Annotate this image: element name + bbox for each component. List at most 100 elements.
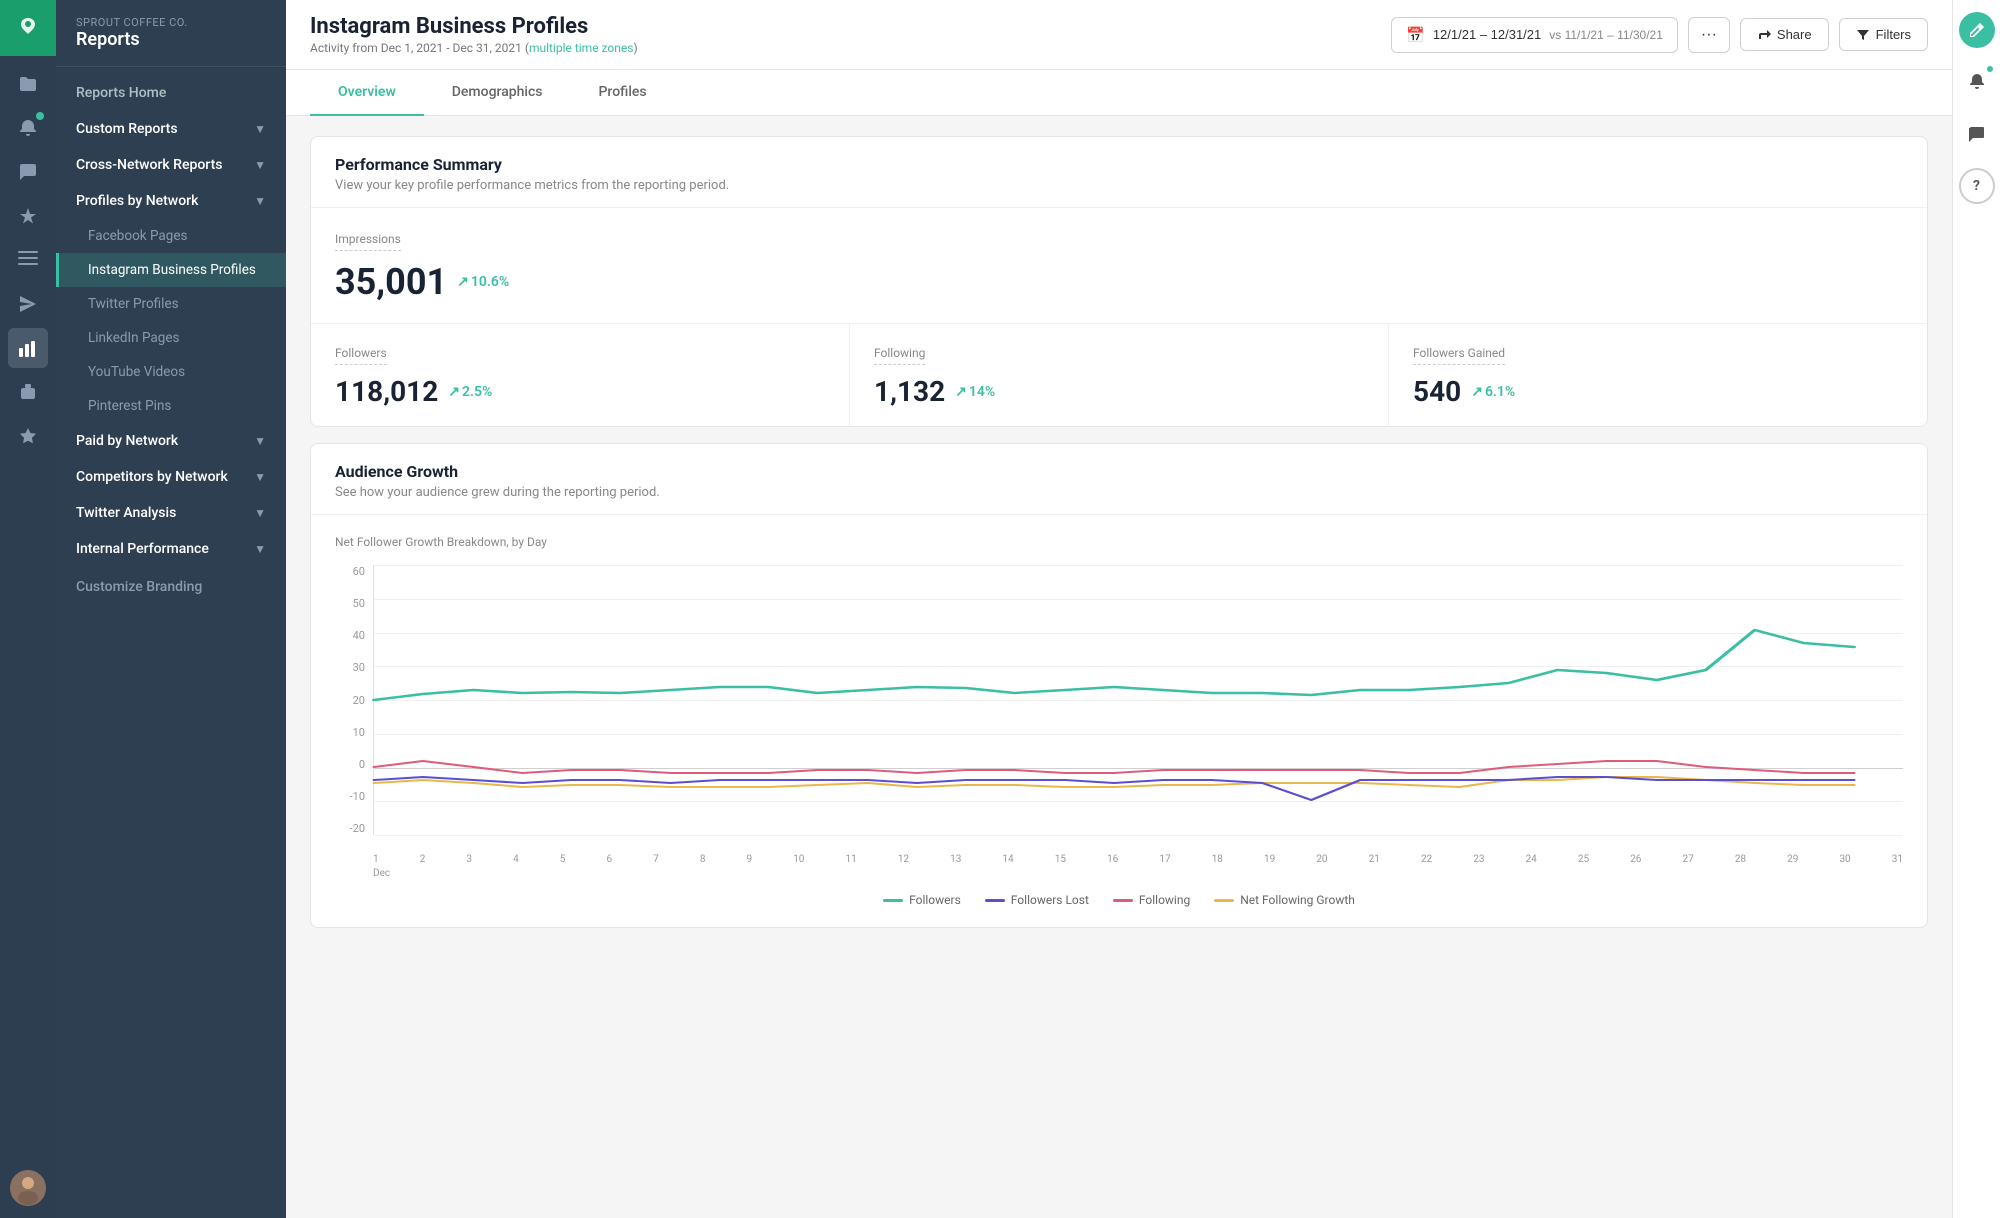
legend-followers-lost: Followers Lost — [985, 893, 1089, 907]
chevron-down-icon: ▼ — [254, 122, 266, 136]
sidebar-item-facebook[interactable]: Facebook Pages — [56, 219, 286, 253]
nav-cross-network[interactable]: Cross-Network Reports ▼ — [56, 147, 286, 183]
notifications-button[interactable] — [1959, 64, 1995, 100]
sidebar-nav: Reports Home Custom Reports ▼ Cross-Netw… — [56, 67, 286, 1218]
topbar-right: 📅 12/1/21 – 12/31/21 vs 11/1/21 – 11/30/… — [1391, 17, 1928, 53]
chart-legend: Followers Followers Lost Following Net F… — [335, 893, 1903, 907]
date-range-text: 12/1/21 – 12/31/21 — [1433, 27, 1541, 42]
following-change: 14% — [955, 384, 995, 400]
arrow-up-icon — [457, 274, 469, 290]
share-button[interactable]: Share — [1740, 18, 1829, 51]
compare-text: vs 11/1/21 – 11/30/21 — [1549, 28, 1663, 42]
followers-label: Followers — [335, 346, 387, 365]
sidebar-item-instagram[interactable]: Instagram Business Profiles — [56, 253, 286, 287]
nav-competitors-by-network[interactable]: Competitors by Network ▼ — [56, 459, 286, 495]
performance-summary-title: Performance Summary — [335, 155, 1903, 174]
help-button[interactable]: ? — [1959, 168, 1995, 204]
legend-net-growth: Net Following Growth — [1214, 893, 1355, 907]
compose-button[interactable] — [1959, 12, 1995, 48]
followers-gained-metric: Followers Gained 540 6.1% — [1389, 324, 1927, 426]
legend-followers-lost-label: Followers Lost — [1011, 893, 1089, 907]
chart-title: Net Follower Growth Breakdown, by Day — [335, 535, 1903, 549]
followers-change: 2.5% — [448, 384, 492, 400]
legend-net-growth-color — [1214, 899, 1234, 902]
help-icon: ? — [1973, 178, 1980, 194]
rail-icon-bot[interactable] — [8, 372, 48, 412]
following-value: 1,132 14% — [874, 375, 1364, 408]
rail-icon-list[interactable] — [8, 240, 48, 280]
followers-value: 118,012 2.5% — [335, 375, 825, 408]
filters-button[interactable]: Filters — [1839, 18, 1928, 51]
chevron-down-icon: ▼ — [254, 506, 266, 520]
customize-branding-link[interactable]: Customize Branding — [56, 567, 286, 607]
tab-demographics[interactable]: Demographics — [424, 70, 571, 116]
nav-custom-reports[interactable]: Custom Reports ▼ — [56, 111, 286, 147]
page-subtitle: Activity from Dec 1, 2021 - Dec 31, 2021… — [310, 41, 638, 55]
rail-icon-star[interactable] — [8, 416, 48, 456]
app-logo — [0, 0, 56, 56]
performance-summary-header: Performance Summary View your key profil… — [311, 137, 1927, 208]
timezone-link[interactable]: multiple time zones — [529, 41, 634, 55]
rail-icon-pin[interactable] — [8, 196, 48, 236]
topbar-left: Instagram Business Profiles Activity fro… — [310, 14, 638, 55]
rail-icon-bell[interactable] — [8, 108, 48, 148]
chat-button[interactable] — [1959, 116, 1995, 152]
following-metric: Following 1,132 14% — [850, 324, 1389, 426]
tab-profiles[interactable]: Profiles — [571, 70, 675, 116]
chevron-down-icon: ▼ — [254, 194, 266, 208]
sidebar-item-youtube[interactable]: YouTube Videos — [56, 355, 286, 389]
rail-icon-folder[interactable] — [8, 64, 48, 104]
compose-icon — [1969, 22, 1985, 38]
performance-summary-desc: View your key profile performance metric… — [335, 178, 1903, 193]
bell-icon — [1968, 73, 1986, 91]
calendar-icon: 📅 — [1406, 26, 1425, 44]
audience-growth-title: Audience Growth — [335, 462, 1903, 481]
impressions-metric: Impressions 35,001 10.6% — [311, 208, 1927, 323]
chart-inner — [373, 565, 1903, 835]
followers-metric: Followers 118,012 2.5% — [311, 324, 850, 426]
followers-gained-change: 6.1% — [1471, 384, 1515, 400]
chevron-down-icon: ▼ — [254, 158, 266, 172]
chat-icon — [1968, 125, 1986, 143]
legend-following: Following — [1113, 893, 1190, 907]
arrow-up-icon — [955, 384, 967, 400]
legend-followers-lost-color — [985, 899, 1005, 902]
sidebar-item-twitter[interactable]: Twitter Profiles — [56, 287, 286, 321]
right-rail: ? — [1952, 0, 2000, 1218]
followers-gained-label: Followers Gained — [1413, 346, 1505, 365]
followers-lost-line — [374, 777, 1854, 800]
following-label: Following — [874, 346, 925, 365]
following-line — [374, 761, 1854, 773]
main-content: Instagram Business Profiles Activity fro… — [286, 0, 1952, 1218]
rail-icon-message[interactable] — [8, 152, 48, 192]
filter-icon — [1856, 28, 1870, 42]
impressions-value: 35,001 10.6% — [335, 261, 1903, 303]
nav-profiles-by-network[interactable]: Profiles by Network ▼ — [56, 183, 286, 219]
rail-icon-analytics[interactable] — [8, 328, 48, 368]
sidebar-item-linkedin[interactable]: LinkedIn Pages — [56, 321, 286, 355]
chevron-down-icon: ▼ — [254, 470, 266, 484]
user-avatar[interactable] — [10, 1170, 46, 1206]
notification-badge — [1985, 64, 1995, 74]
date-range-button[interactable]: 📅 12/1/21 – 12/31/21 vs 11/1/21 – 11/30/… — [1391, 17, 1678, 53]
more-options-button[interactable]: ··· — [1688, 17, 1730, 53]
chart-container: Net Follower Growth Breakdown, by Day 60… — [311, 515, 1927, 927]
nav-internal-performance[interactable]: Internal Performance ▼ — [56, 531, 286, 567]
content-area: Performance Summary View your key profil… — [286, 116, 1952, 1218]
rail-icon-send[interactable] — [8, 284, 48, 324]
nav-twitter-analysis[interactable]: Twitter Analysis ▼ — [56, 495, 286, 531]
arrow-up-icon — [448, 384, 460, 400]
nav-reports-home[interactable]: Reports Home — [56, 75, 286, 111]
icon-rail — [0, 0, 56, 1218]
sidebar-header: Sprout Coffee Co. Reports — [56, 0, 286, 67]
page-title: Instagram Business Profiles — [310, 14, 638, 39]
sidebar-item-pinterest[interactable]: Pinterest Pins — [56, 389, 286, 423]
topbar: Instagram Business Profiles Activity fro… — [286, 0, 1952, 70]
x-axis: 1Dec 2 3 4 5 6 7 8 9 10 11 12 13 14 — [373, 854, 1903, 865]
tab-overview[interactable]: Overview — [310, 70, 424, 116]
audience-growth-card: Audience Growth See how your audience gr… — [310, 443, 1928, 928]
nav-paid-by-network[interactable]: Paid by Network ▼ — [56, 423, 286, 459]
legend-followers-label: Followers — [909, 893, 961, 907]
legend-followers: Followers — [883, 893, 961, 907]
followers-gained-value: 540 6.1% — [1413, 375, 1903, 408]
